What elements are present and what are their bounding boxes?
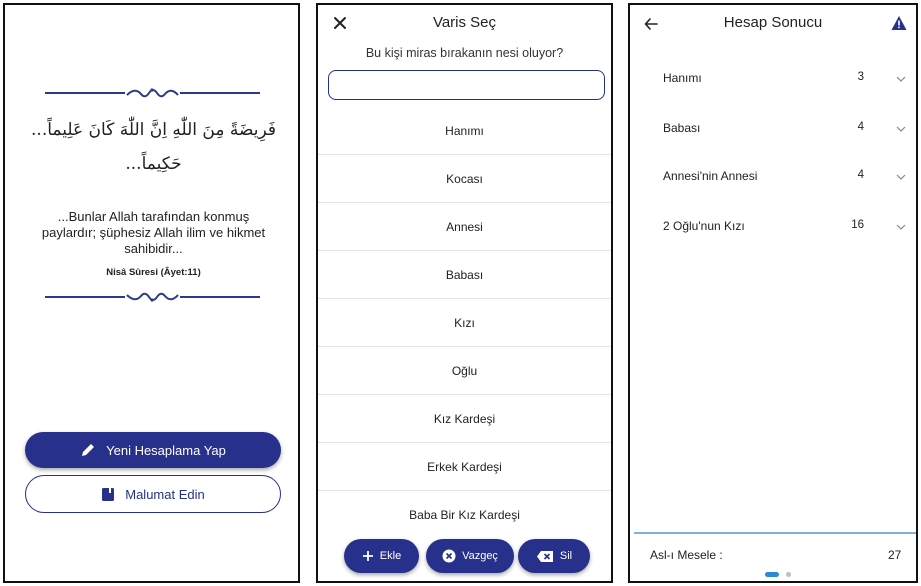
verse-meaning: ...Bunlar Allah tarafından konmuş paylar… <box>41 209 266 256</box>
add-label: Ekle <box>379 550 402 562</box>
page-title: Varis Seç <box>432 14 497 31</box>
heir-list-item[interactable]: Hanımı <box>318 107 611 155</box>
chevron-down-icon[interactable] <box>896 125 906 133</box>
heir-list-item[interactable]: Kızı <box>318 299 611 347</box>
heir-search-input[interactable] <box>328 70 605 100</box>
heir-share: 16 <box>851 219 864 231</box>
cancel-circle-icon <box>442 549 456 563</box>
delete-label: Sil <box>559 550 573 562</box>
add-button[interactable]: Ekle <box>344 539 419 573</box>
result-row[interactable]: Babası 4 <box>630 117 916 141</box>
ornament-flourish-icon <box>126 88 179 98</box>
delete-button[interactable]: Sil <box>518 539 590 573</box>
select-heir-screen: Varis Seç Bu kişi miras bırakanın nesi o… <box>316 3 613 583</box>
heir-name: Babası <box>663 121 701 135</box>
warning-icon[interactable] <box>891 15 907 31</box>
chevron-down-icon[interactable] <box>896 75 906 83</box>
heir-question: Bu kişi miras bırakanın nesi oluyor? <box>365 46 564 60</box>
top-ornament <box>45 85 260 101</box>
book-icon <box>102 487 115 501</box>
plus-icon <box>362 551 373 561</box>
heir-share: 4 <box>857 169 864 181</box>
heir-name: Hanımı <box>663 71 702 85</box>
calculation-result-screen: Hesap Sonucu Hanımı 3 Babası 4 Annesi'nin An… <box>628 3 918 583</box>
chevron-down-icon[interactable] <box>896 223 906 231</box>
heir-list-item[interactable]: Annesi <box>318 203 611 251</box>
ornament-flourish-icon <box>126 292 179 302</box>
page-indicator-active[interactable] <box>765 572 779 577</box>
base-number-label: Asl-ı Mesele : <box>650 548 723 562</box>
page-title: Hesap Sonucu <box>723 14 823 31</box>
new-calculation-label: Yeni Hesaplama Yap <box>106 442 226 458</box>
info-button[interactable]: Malumat Edin <box>25 475 281 513</box>
result-row[interactable]: Hanımı 3 <box>630 67 916 91</box>
heir-list: Hanımı Kocası Annesi Babası Kızı Oğlu Kız Kard… <box>318 107 611 539</box>
result-row[interactable]: Annesi'nin Annesi 4 <box>630 165 916 189</box>
page-indicator[interactable] <box>786 572 791 577</box>
arabic-verse: فَرِيضَةً مِنَ اللّٰهِ اِنَّ اللّٰهَ كَا… <box>31 120 276 174</box>
footer-divider <box>634 532 916 534</box>
heir-list-item[interactable]: Baba Bir Kız Kardeşi <box>318 491 611 539</box>
action-bar: Ekle Vazgeç Sil <box>318 535 611 581</box>
chevron-down-icon[interactable] <box>896 173 906 181</box>
base-number-value: 27 <box>888 548 902 562</box>
bottom-ornament <box>45 289 260 305</box>
heir-list-item[interactable]: Oğlu <box>318 347 611 395</box>
result-row[interactable]: 2 Oğlu'nun Kızı 16 <box>630 215 916 239</box>
verse-source: Nisâ Sûresi (Âyet:11) <box>106 267 201 278</box>
cancel-button[interactable]: Vazgeç <box>426 539 514 573</box>
heir-list-item[interactable]: Kocası <box>318 155 611 203</box>
heir-name: Annesi'nin Annesi <box>663 169 758 183</box>
info-label: Malumat Edin <box>125 486 205 502</box>
heir-share: 3 <box>857 71 864 83</box>
new-calculation-button[interactable]: Yeni Hesaplama Yap <box>25 432 281 468</box>
heir-share: 4 <box>857 121 864 133</box>
home-screen: فَرِيضَةً مِنَ اللّٰهِ اِنَّ اللّٰهَ كَا… <box>3 3 300 583</box>
backspace-icon <box>536 550 553 562</box>
cancel-label: Vazgeç <box>462 550 498 562</box>
heir-list-item[interactable]: Kız Kardeşi <box>318 395 611 443</box>
pencil-icon <box>82 444 95 456</box>
heir-list-item[interactable]: Erkek Kardeşi <box>318 443 611 491</box>
heir-name: 2 Oğlu'nun Kızı <box>663 219 745 233</box>
heir-list-item[interactable]: Babası <box>318 251 611 299</box>
